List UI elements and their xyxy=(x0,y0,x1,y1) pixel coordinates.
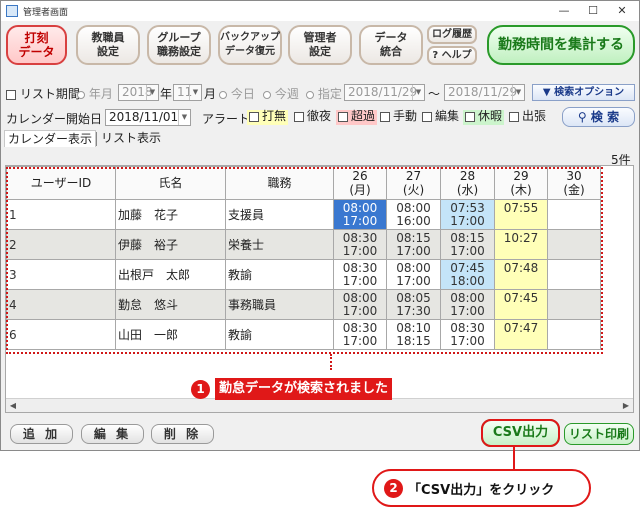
month-unit: 月 xyxy=(204,87,217,101)
list-print-button[interactable]: リスト印刷 xyxy=(564,423,634,445)
admin-settings-button[interactable]: 管理者 設定 xyxy=(288,25,352,65)
tab-list[interactable]: リスト表示 xyxy=(98,130,164,147)
search-icon: ⚲ xyxy=(577,110,587,124)
alert-label-leave: 休暇 xyxy=(478,109,503,123)
month-radio-label: 年月 xyxy=(88,87,113,101)
year-select[interactable]: 2018 ▼ xyxy=(118,84,159,101)
alert-filter-edit[interactable]: 編集 xyxy=(420,110,461,125)
step-number-badge: 1 xyxy=(191,379,210,399)
date-to-value: 2018/11/29 xyxy=(448,85,518,99)
tab-calendar[interactable]: カレンダー表示 xyxy=(4,130,97,147)
punch-data-button[interactable]: 打刻 データ xyxy=(6,25,67,65)
total-hours-button[interactable]: 勤務時間を集計する xyxy=(487,25,635,65)
today-radio-option[interactable]: 今日 xyxy=(219,85,255,102)
search-complete-callout: 1 勤怠データが検索されました xyxy=(191,377,393,401)
year-unit: 年 xyxy=(160,87,173,101)
this-week-label: 今週 xyxy=(274,87,299,101)
app-icon xyxy=(6,5,18,17)
search-button-label: 検 索 xyxy=(590,110,620,124)
callout-connector xyxy=(330,354,332,370)
search-button[interactable]: ⚲ 検 索 xyxy=(562,107,635,127)
chevron-down-icon: ▼ xyxy=(178,110,190,125)
backup-label: バックアップ データ復元 xyxy=(220,32,280,57)
alert-filter-overnight[interactable]: 徹夜 xyxy=(292,110,333,125)
specify-label: 指定 xyxy=(317,87,342,101)
maximize-icon[interactable]: ☐ xyxy=(578,1,608,21)
alert-label-manual: 手動 xyxy=(393,109,418,123)
window-title: 管理者画面 xyxy=(23,8,69,18)
calendar-start-label: カレンダー開始日 xyxy=(6,112,103,126)
alert-label-overnight: 徹夜 xyxy=(307,109,332,123)
date-from-select[interactable]: 2018/11/29 ▼ xyxy=(344,84,425,101)
alert-label-business-trip: 出張 xyxy=(522,109,547,123)
alert-label-overtime: 超過 xyxy=(351,109,376,123)
tab-divider xyxy=(96,132,97,146)
month-select[interactable]: 11 ▼ xyxy=(173,84,202,101)
this-week-radio-option[interactable]: 今週 xyxy=(263,85,299,102)
chevron-down-icon: ▼ xyxy=(189,85,201,100)
alert-checkbox[interactable] xyxy=(380,111,390,122)
list-period-checkbox[interactable] xyxy=(6,89,16,100)
alert-filter-overtime[interactable]: 超過 xyxy=(336,109,378,125)
chevron-down-icon: ▼ xyxy=(412,85,424,100)
date-from-value: 2018/11/29 xyxy=(348,85,418,99)
today-label: 今日 xyxy=(230,87,255,101)
csv-button-highlight xyxy=(481,419,560,447)
click-csv-message: 「CSV出力」をクリック xyxy=(408,482,555,498)
scroll-right-icon[interactable]: ▶ xyxy=(619,399,633,412)
alert-filter-manual[interactable]: 手動 xyxy=(378,110,419,125)
month-radio[interactable] xyxy=(77,90,85,99)
admin-settings-label: 管理者 設定 xyxy=(303,31,337,58)
staff-settings-button[interactable]: 教職員 設定 xyxy=(76,25,140,65)
alert-checkbox[interactable] xyxy=(422,111,432,122)
search-result-highlight xyxy=(6,167,603,354)
data-merge-label: データ 統合 xyxy=(374,31,408,58)
scroll-left-icon[interactable]: ◀ xyxy=(6,399,20,412)
this-week-radio[interactable] xyxy=(263,90,271,99)
range-tilde: 〜 xyxy=(428,87,441,101)
click-csv-callout: 2 「CSV出力」をクリック xyxy=(372,469,591,507)
alert-checkbox[interactable] xyxy=(249,111,259,122)
list-period-toggle[interactable]: リスト期間 xyxy=(6,85,80,102)
alert-label: アラート xyxy=(202,112,251,126)
staff-settings-label: 教職員 設定 xyxy=(91,31,125,58)
edit-button[interactable]: 編 集 xyxy=(81,424,144,444)
callout-pointer xyxy=(513,447,515,469)
help-button[interactable]: ? ヘルプ xyxy=(427,46,477,65)
month-radio-option[interactable]: 年月 xyxy=(77,85,113,102)
alert-checkbox[interactable] xyxy=(509,111,519,122)
data-merge-button[interactable]: データ 統合 xyxy=(359,25,423,65)
close-icon[interactable]: ✕ xyxy=(607,1,637,21)
alert-checkbox[interactable] xyxy=(465,111,475,122)
alert-label-edit: 編集 xyxy=(435,109,460,123)
chevron-down-icon: ▼ xyxy=(512,85,524,100)
group-settings-label: グループ 職務設定 xyxy=(157,31,201,58)
today-radio[interactable] xyxy=(219,90,227,99)
calendar-start-select[interactable]: 2018/11/01 ▼ xyxy=(105,109,191,126)
specify-radio-option[interactable]: 指定 xyxy=(306,85,342,102)
backup-button[interactable]: バックアップ データ復元 xyxy=(218,25,282,65)
minimize-icon[interactable]: — xyxy=(549,1,579,21)
log-history-button[interactable]: ログ履歴 xyxy=(427,25,477,44)
chevron-down-icon: ▼ xyxy=(146,85,158,100)
date-to-select[interactable]: 2018/11/29 ▼ xyxy=(444,84,525,101)
title-bar: 管理者画面 — ☐ ✕ xyxy=(1,1,639,21)
calendar-start-value: 2018/11/01 xyxy=(109,110,179,124)
alert-label-no-punch: 打無 xyxy=(262,109,287,123)
search-complete-message: 勤怠データが検索されました xyxy=(215,378,393,400)
delete-button[interactable]: 削 除 xyxy=(151,424,214,444)
alert-filter-business-trip[interactable]: 出張 xyxy=(507,110,548,125)
alert-filter-leave[interactable]: 休暇 xyxy=(463,109,505,125)
alert-filter-no-punch[interactable]: 打無 xyxy=(247,109,289,125)
add-button[interactable]: 追 加 xyxy=(10,424,73,444)
alert-checkbox[interactable] xyxy=(338,111,348,122)
step-number-badge: 2 xyxy=(384,478,403,498)
specify-radio[interactable] xyxy=(306,90,314,99)
search-options-button[interactable]: ▼ 検索オプション xyxy=(532,84,635,101)
list-period-label: リスト期間 xyxy=(19,87,80,101)
alert-checkbox[interactable] xyxy=(294,111,304,122)
punch-data-label: 打刻 データ xyxy=(18,31,55,59)
group-settings-button[interactable]: グループ 職務設定 xyxy=(147,25,211,65)
